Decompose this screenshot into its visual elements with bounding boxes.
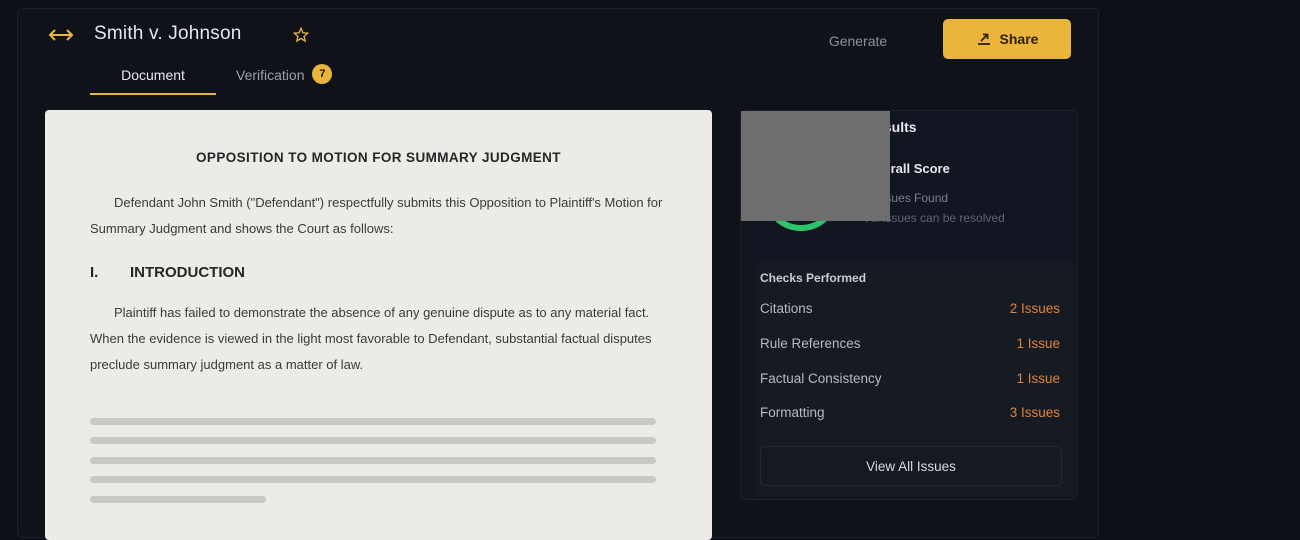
- section-paragraph: Plaintiff has failed to demonstrate the …: [90, 305, 652, 372]
- verification-panel: Results Overall Score 7 Issues Found All…: [740, 110, 1078, 500]
- app-window: Smith v. Johnson Document Verification 7…: [17, 8, 1099, 540]
- check-row-factual-consistency[interactable]: Factual Consistency 1 Issue: [760, 371, 1060, 393]
- favorite-button[interactable]: [291, 25, 311, 45]
- document-page: OPPOSITION TO MOTION FOR SUMMARY JUDGMEN…: [45, 110, 712, 540]
- section-heading: I. INTRODUCTION: [90, 264, 245, 281]
- checks-performed-label: Checks Performed: [760, 271, 867, 285]
- check-count: 2 Issues: [1009, 301, 1060, 316]
- section-number: I.: [90, 264, 99, 281]
- tab-verification[interactable]: Verification 7: [236, 64, 366, 95]
- check-name: Formatting: [760, 405, 825, 420]
- document-title: Smith v. Johnson: [94, 23, 242, 44]
- back-arrow-icon: [48, 29, 74, 41]
- checks-card: Checks Performed Citations 2 Issues Rule…: [756, 261, 1074, 497]
- check-name: Factual Consistency: [760, 371, 882, 386]
- placeholder-line: [90, 437, 656, 444]
- view-all-issues-button[interactable]: View All Issues: [760, 446, 1062, 486]
- share-icon: [977, 33, 990, 45]
- tab-document-label: Document: [121, 67, 185, 83]
- check-row-rule-references[interactable]: Rule References 1 Issue: [760, 336, 1060, 358]
- check-count: 3 Issues: [1009, 405, 1060, 420]
- tab-verification-label: Verification: [236, 67, 305, 83]
- back-button[interactable]: [46, 23, 76, 47]
- placeholder-line: [90, 418, 656, 425]
- check-count: 1 Issue: [1016, 371, 1060, 386]
- star-icon: [293, 27, 309, 43]
- check-count: 1 Issue: [1016, 336, 1060, 351]
- placeholder-line: [90, 476, 656, 483]
- check-row-citations[interactable]: Citations 2 Issues: [760, 301, 1060, 323]
- check-name: Citations: [760, 301, 813, 316]
- image-placeholder: [741, 111, 890, 221]
- share-label: Share: [999, 31, 1039, 47]
- check-row-formatting[interactable]: Formatting 3 Issues: [760, 405, 1060, 427]
- verification-badge: 7: [312, 64, 333, 84]
- generate-button[interactable]: Generate: [808, 27, 908, 55]
- top-bar: Smith v. Johnson Document Verification 7…: [18, 9, 1098, 105]
- check-name: Rule References: [760, 336, 861, 351]
- document-heading: OPPOSITION TO MOTION FOR SUMMARY JUDGMEN…: [196, 150, 561, 165]
- tab-document[interactable]: Document: [90, 65, 216, 95]
- share-button[interactable]: Share: [943, 19, 1071, 59]
- placeholder-line: [90, 496, 266, 503]
- section-title: INTRODUCTION: [130, 264, 245, 281]
- placeholder-line: [90, 457, 656, 464]
- intro-paragraph: Defendant John Smith ("Defendant") respe…: [90, 195, 663, 236]
